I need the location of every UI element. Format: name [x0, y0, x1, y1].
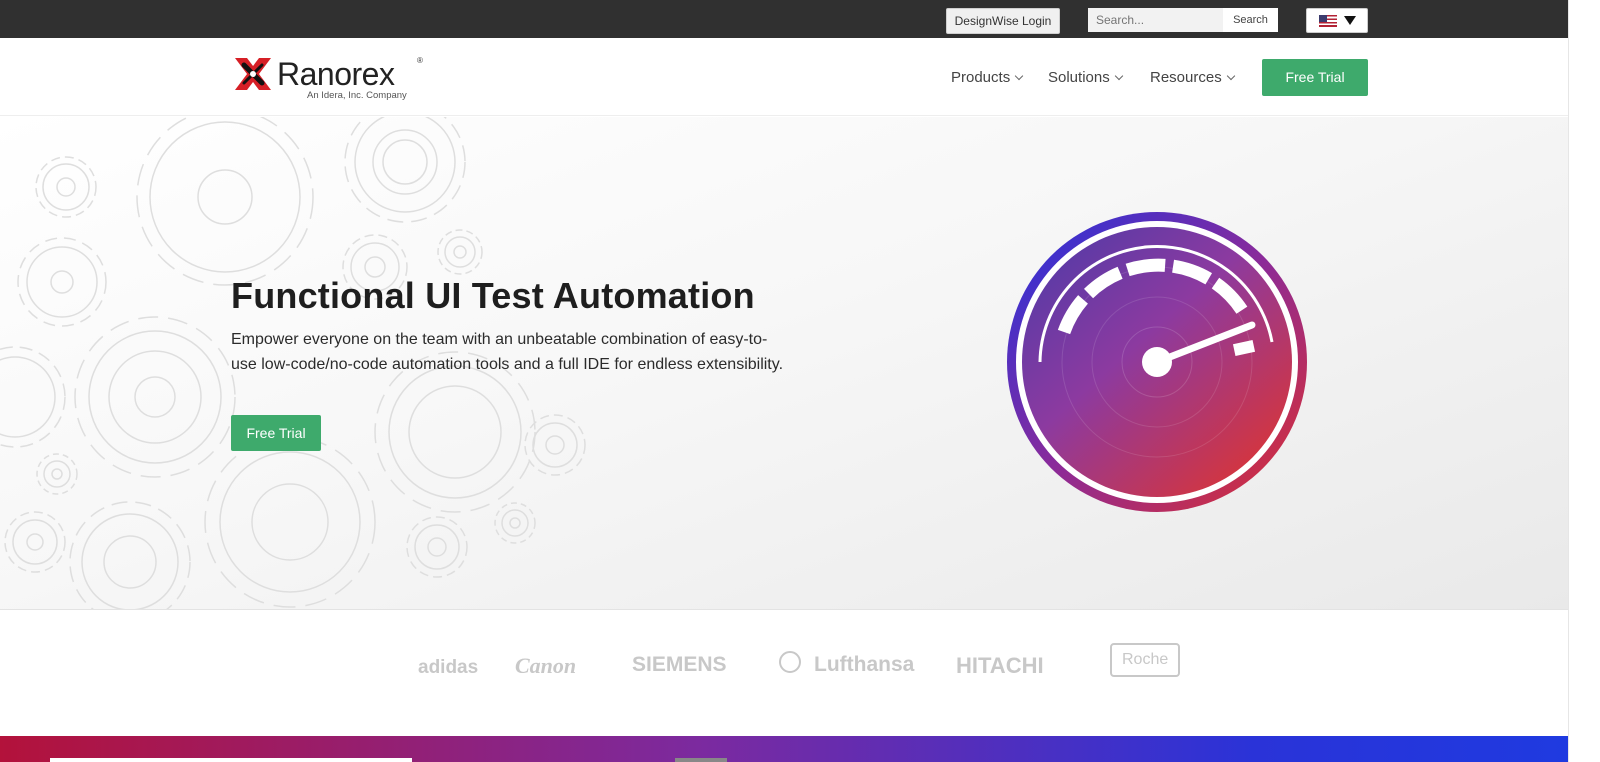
chevron-down-icon — [1114, 71, 1123, 81]
registered-mark: ® — [417, 56, 423, 65]
chevron-down-icon — [1014, 71, 1024, 81]
hero-title: Functional UI Test Automation — [231, 275, 755, 316]
us-flag-icon — [1318, 14, 1337, 27]
main-navigation: Ranorex ® An Idera, Inc. Company Product… — [0, 38, 1568, 116]
free-trial-hero-button[interactable]: Free Trial — [231, 415, 321, 451]
ranorex-x-icon — [235, 58, 271, 90]
brand-logo-siemens: SIEMENS — [632, 653, 727, 676]
brand-logo-roche: Roche — [1110, 643, 1181, 677]
logo-wordmark: Ranorex — [277, 56, 395, 92]
hero-description: Empower everyone on the team with an unb… — [231, 331, 784, 373]
brand-logo-adidas: adidas — [418, 657, 479, 678]
next-section-band — [0, 736, 1568, 762]
ranorex-logo[interactable]: Ranorex ® An Idera, Inc. Company — [231, 50, 431, 102]
nav-item-label: Resources — [1150, 69, 1222, 86]
language-selector[interactable] — [1306, 8, 1368, 33]
hero-section: Functional UI Test Automation Empower ev… — [0, 117, 1568, 610]
logo-subtitle: An Idera, Inc. Company — [307, 90, 407, 101]
nav-item-solutions[interactable]: Solutions — [1048, 69, 1123, 86]
utility-bar: DesignWise Login Search — [0, 0, 1568, 38]
nav-item-label: Products — [951, 69, 1011, 86]
chevron-down-icon — [1226, 71, 1235, 81]
brand-logo-lufthansa: Lufthansa — [814, 653, 915, 676]
nav-item-products[interactable]: Products — [951, 69, 1024, 86]
customer-logos: adidas Canon SIEMENS Lufthansa HITACHI R… — [0, 611, 1568, 736]
speedometer-icon — [1007, 212, 1307, 512]
nav-item-label: Solutions — [1048, 69, 1110, 86]
brand-logo-canon: Canon — [515, 653, 577, 678]
band-white-strip — [50, 758, 412, 762]
designwise-login-button[interactable]: DesignWise Login — [946, 8, 1060, 34]
lufthansa-crane-icon — [779, 651, 801, 673]
scrollbar[interactable] — [1568, 0, 1600, 762]
free-trial-nav-button[interactable]: Free Trial — [1262, 59, 1368, 96]
search-input[interactable] — [1088, 8, 1223, 32]
caret-down-icon — [1343, 16, 1356, 25]
search-button[interactable]: Search — [1223, 8, 1278, 32]
band-grey-strip — [675, 758, 727, 762]
search-box: Search — [1088, 8, 1278, 32]
nav-item-resources[interactable]: Resources — [1150, 69, 1235, 86]
brand-logo-hitachi: HITACHI — [956, 653, 1044, 678]
